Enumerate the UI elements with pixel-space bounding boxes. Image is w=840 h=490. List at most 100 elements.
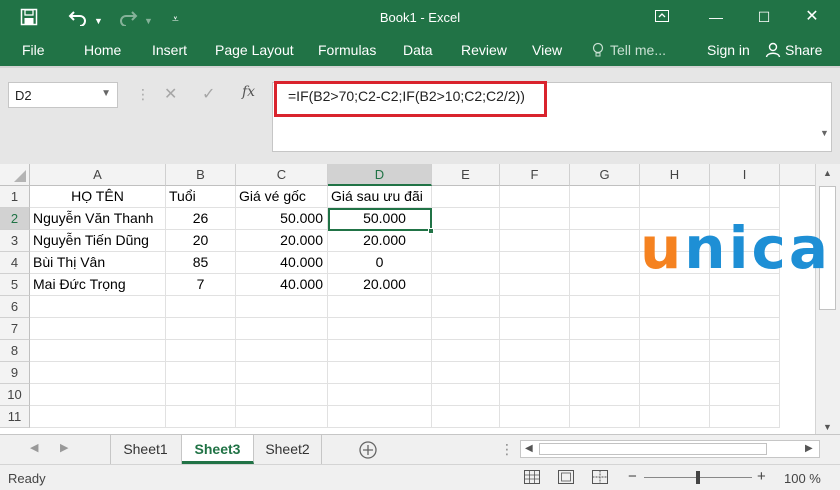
close-icon[interactable]: ✕ <box>800 6 824 28</box>
row-header-6[interactable]: 6 <box>0 296 30 318</box>
page-break-view-icon[interactable] <box>592 470 608 487</box>
cell-d3[interactable]: 20.000 <box>328 230 432 252</box>
cell-f1[interactable] <box>500 186 570 208</box>
maximize-icon[interactable]: ☐ <box>752 6 776 28</box>
cell-f8[interactable] <box>500 340 570 362</box>
expand-formula-icon[interactable]: ▼ <box>820 128 829 138</box>
name-box[interactable]: D2 ▼ <box>8 82 118 108</box>
cell-g1[interactable] <box>570 186 640 208</box>
sheet-tab[interactable]: Sheet1 <box>110 435 182 464</box>
tab-view[interactable]: View <box>532 42 562 58</box>
cell-b8[interactable] <box>166 340 236 362</box>
cell-h10[interactable] <box>640 384 710 406</box>
cell-h7[interactable] <box>640 318 710 340</box>
cell-a4[interactable]: Bùi Thị Vân <box>30 252 166 274</box>
tab-scroll-right-icon[interactable]: ▶ <box>60 441 68 454</box>
cell-b10[interactable] <box>166 384 236 406</box>
cell-b6[interactable] <box>166 296 236 318</box>
tab-insert[interactable]: Insert <box>152 42 187 58</box>
cell-b9[interactable] <box>166 362 236 384</box>
cell-d10[interactable] <box>328 384 432 406</box>
cell-a6[interactable] <box>30 296 166 318</box>
cell-f4[interactable] <box>500 252 570 274</box>
cell-a5[interactable]: Mai Đức Trọng <box>30 274 166 296</box>
cell-e4[interactable] <box>432 252 500 274</box>
cell-c8[interactable] <box>236 340 328 362</box>
share-button[interactable]: Share <box>785 42 822 58</box>
cell-d8[interactable] <box>328 340 432 362</box>
tab-formulas[interactable]: Formulas <box>318 42 376 58</box>
cell-e10[interactable] <box>432 384 500 406</box>
page-layout-view-icon[interactable] <box>558 470 574 487</box>
cell-e7[interactable] <box>432 318 500 340</box>
sheet-tab[interactable]: Sheet2 <box>254 435 322 464</box>
cell-e2[interactable] <box>432 208 500 230</box>
cell-b5[interactable]: 7 <box>166 274 236 296</box>
cell-c1[interactable]: Giá vé gốc <box>236 186 328 208</box>
tab-home[interactable]: Home <box>84 42 121 58</box>
cell-c4[interactable]: 40.000 <box>236 252 328 274</box>
scroll-right-icon[interactable]: ▶ <box>805 443 813 454</box>
cell-g9[interactable] <box>570 362 640 384</box>
cell-d11[interactable] <box>328 406 432 428</box>
cell-g3[interactable] <box>570 230 640 252</box>
zoom-slider-thumb[interactable] <box>696 471 700 484</box>
column-header-c[interactable]: C <box>236 164 328 186</box>
column-header-b[interactable]: B <box>166 164 236 186</box>
tell-me-search[interactable]: Tell me... <box>610 42 666 58</box>
cell-e5[interactable] <box>432 274 500 296</box>
cell-g7[interactable] <box>570 318 640 340</box>
cell-h9[interactable] <box>640 362 710 384</box>
zoom-level[interactable]: 100 % <box>784 471 821 486</box>
cell-a9[interactable] <box>30 362 166 384</box>
cell-i9[interactable] <box>710 362 780 384</box>
column-header-a[interactable]: A <box>30 164 166 186</box>
worksheet-grid[interactable]: ABCDEFGHI 1 2 3 4 5 6 7 8 9 10 11 HỌ TÊN Tuổi Giá vé… <box>0 164 815 434</box>
row-header-2[interactable]: 2 <box>0 208 30 230</box>
cell-i11[interactable] <box>710 406 780 428</box>
cell-b4[interactable]: 85 <box>166 252 236 274</box>
cell-a10[interactable] <box>30 384 166 406</box>
cell-e6[interactable] <box>432 296 500 318</box>
cell-d4[interactable]: 0 <box>328 252 432 274</box>
cell-c9[interactable] <box>236 362 328 384</box>
row-header-7[interactable]: 7 <box>0 318 30 340</box>
cell-i8[interactable] <box>710 340 780 362</box>
cell-c11[interactable] <box>236 406 328 428</box>
horizontal-scrollbar[interactable]: ◀ ▶ <box>520 440 820 458</box>
cell-g2[interactable] <box>570 208 640 230</box>
normal-view-icon[interactable] <box>524 470 540 487</box>
cell-f7[interactable] <box>500 318 570 340</box>
column-header-i[interactable]: I <box>710 164 780 186</box>
cell-c10[interactable] <box>236 384 328 406</box>
column-header-h[interactable]: H <box>640 164 710 186</box>
cell-c2[interactable]: 50.000 <box>236 208 328 230</box>
cell-a11[interactable] <box>30 406 166 428</box>
cell-h1[interactable] <box>640 186 710 208</box>
cell-f6[interactable] <box>500 296 570 318</box>
cell-e11[interactable] <box>432 406 500 428</box>
row-header-1[interactable]: 1 <box>0 186 30 208</box>
cell-f11[interactable] <box>500 406 570 428</box>
cancel-icon[interactable]: ✕ <box>164 84 177 104</box>
column-header-d[interactable]: D <box>328 164 432 186</box>
cell-i7[interactable] <box>710 318 780 340</box>
cell-b3[interactable]: 20 <box>166 230 236 252</box>
cell-b2[interactable]: 26 <box>166 208 236 230</box>
sign-in-link[interactable]: Sign in <box>707 42 750 58</box>
share-icon[interactable] <box>765 42 781 61</box>
tab-file[interactable]: File <box>22 42 45 58</box>
column-header-g[interactable]: G <box>570 164 640 186</box>
cell-e8[interactable] <box>432 340 500 362</box>
tab-review[interactable]: Review <box>461 42 507 58</box>
cell-a8[interactable] <box>30 340 166 362</box>
cell-a3[interactable]: Nguyễn Tiến Dũng <box>30 230 166 252</box>
cell-i1[interactable] <box>710 186 780 208</box>
cell-d6[interactable] <box>328 296 432 318</box>
sheet-tab-active[interactable]: Sheet3 <box>182 435 254 464</box>
cell-e1[interactable] <box>432 186 500 208</box>
row-header-9[interactable]: 9 <box>0 362 30 384</box>
new-sheet-icon[interactable] <box>358 440 378 465</box>
column-header-e[interactable]: E <box>432 164 500 186</box>
zoom-in-icon[interactable]: + <box>757 468 766 485</box>
